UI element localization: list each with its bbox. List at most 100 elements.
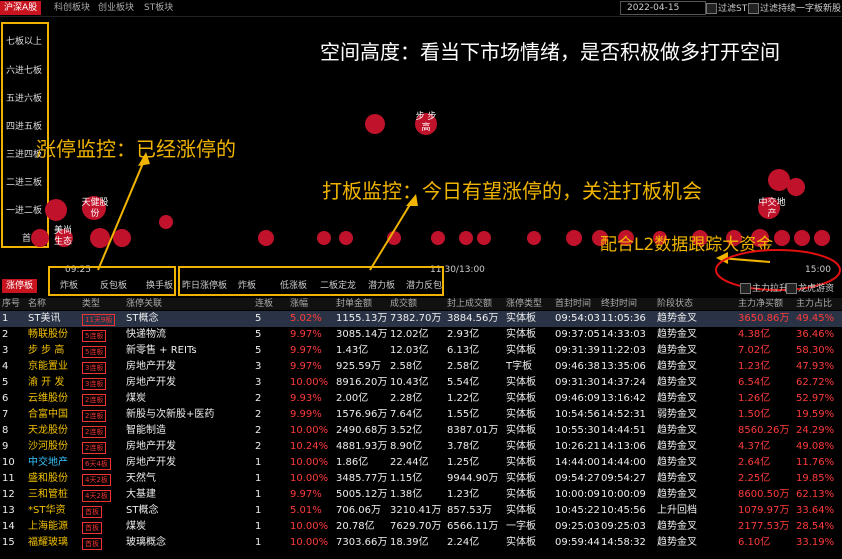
cell-rel: 房地产开发 xyxy=(126,441,176,452)
column-header[interactable]: 终封时间 xyxy=(601,298,637,310)
tab-turnover[interactable]: 换手板 xyxy=(146,279,173,293)
tab-potential-rebound[interactable]: 潜力反包 xyxy=(406,279,442,293)
cell-cje: 3.52亿 xyxy=(390,425,423,436)
cell-tag: 2连板 xyxy=(82,426,107,438)
cell-pct: 9.99% xyxy=(290,409,322,420)
cell-rel: 新零售 + REITs xyxy=(126,345,197,356)
legend-youzi-checkbox[interactable] xyxy=(786,283,797,294)
cell-stage: 弱势金叉 xyxy=(657,409,697,420)
cell-stage: 趋势金叉 xyxy=(657,489,697,500)
column-header[interactable]: 类型 xyxy=(82,298,100,310)
cell-stage: 趋势金叉 xyxy=(657,537,697,548)
cell-pct: 5.02% xyxy=(290,313,322,324)
table-row[interactable]: 1 ST美讯 11天9板 ST概念 5 5.02% 1155.13万 7382.70万 3884… xyxy=(0,311,842,327)
cell-net: 3650.86万 xyxy=(738,313,790,324)
column-header[interactable]: 主力净买额 xyxy=(738,298,783,310)
column-header[interactable]: 序号 xyxy=(2,298,20,310)
table-row[interactable]: 7 合富中国 2连板 新股与次新股+医药 2 9.99% 1576.96万 7.64亿 1.55… xyxy=(0,407,842,423)
column-header[interactable]: 封上成交额 xyxy=(447,298,492,310)
table-row[interactable]: 9 沙河股份 2连板 房地产开发 2 10.24% 4881.93万 8.90亿 3.78亿 实体… xyxy=(0,439,842,455)
cell-tag: 首板 xyxy=(82,506,102,518)
tab-rebound[interactable]: 反包板 xyxy=(100,279,127,293)
column-header[interactable]: 主力占比 xyxy=(796,298,832,310)
cell-type: T字板 xyxy=(506,361,533,372)
cell-cje: 12.02亿 xyxy=(390,329,429,340)
table-row[interactable]: 2 畅联股份 5连板 快递物流 5 9.97% 3085.14万 12.02亿 2.93亿 实体板… xyxy=(0,327,842,343)
annotation-arrows xyxy=(97,152,841,291)
table-header: 序号 名称 类型 涨停关联 连板 涨幅 封单金额 成交额 封上成交额 涨停类型 首封时间 终封时间 阶段… xyxy=(0,298,842,310)
cell-fd: 706.06万 xyxy=(336,505,381,516)
cell-type: 实体板 xyxy=(506,505,536,516)
table-row[interactable]: 5 渝 开 发 3连板 房地产开发 3 10.00% 8916.20万 10.43亿 5.54亿… xyxy=(0,375,842,391)
cell-ratio: 62.72% xyxy=(796,377,835,388)
cell-t2: 14:44:51 xyxy=(601,425,646,436)
cell-tag: 2连板 xyxy=(82,410,107,422)
cell-t2: 09:25:03 xyxy=(601,521,646,532)
cell-type: 实体板 xyxy=(506,377,536,388)
cell-fd: 7303.66万 xyxy=(336,537,388,548)
cell-ratio: 36.46% xyxy=(796,329,835,340)
table-row[interactable]: 8 天龙股份 2连板 智能制造 2 10.00% 2490.68万 3.52亿 8387.01万… xyxy=(0,423,842,439)
column-header[interactable]: 名称 xyxy=(28,298,46,310)
column-header[interactable]: 涨停类型 xyxy=(506,298,542,310)
tab-low[interactable]: 低涨板 xyxy=(280,279,307,293)
table-row[interactable]: 12 三和管桩 4天2板 大基建 1 9.97% 5005.12万 1.38亿 1.23亿 实体板… xyxy=(0,487,842,503)
cell-tag: 6天4板 xyxy=(82,458,111,470)
column-header[interactable]: 涨停关联 xyxy=(126,298,162,310)
cell-cje: 2.28亿 xyxy=(390,393,423,404)
cell-t2: 14:58:32 xyxy=(601,537,646,548)
cell-type: 实体板 xyxy=(506,329,536,340)
table-row[interactable]: 13 *ST华资 首板 ST概念 1 5.01% 706.06万 3210.41万 857.53… xyxy=(0,503,842,519)
column-header[interactable]: 成交额 xyxy=(390,298,417,310)
tab-potential[interactable]: 潜力板 xyxy=(368,279,395,293)
cell-stage: 趋势金叉 xyxy=(657,393,697,404)
column-header[interactable]: 封单金额 xyxy=(336,298,372,310)
table-row[interactable]: 4 京能置业 3连板 房地产开发 3 9.97% 925.59万 2.58亿 2.58亿 T字板 0… xyxy=(0,359,842,375)
cell-fd: 3085.14万 xyxy=(336,329,388,340)
cell-stage: 上升回档 xyxy=(657,505,697,516)
cell-pct: 9.97% xyxy=(290,345,322,356)
cell-rel: 智能制造 xyxy=(126,425,166,436)
table-row[interactable]: 6 云维股份 2连板 煤炭 2 9.93% 2.00亿 2.28亿 1.22亿 实体板 09:46:… xyxy=(0,391,842,407)
cell-t1: 10:55:30 xyxy=(555,425,600,436)
cell-fs: 5.54亿 xyxy=(447,377,480,388)
column-header[interactable]: 首封时间 xyxy=(555,298,591,310)
cell-pct: 10.00% xyxy=(290,457,329,468)
cell-t1: 14:44:00 xyxy=(555,457,600,468)
cell-t2: 13:35:06 xyxy=(601,361,646,372)
cell-fs: 1.55亿 xyxy=(447,409,480,420)
legend-main-checkbox[interactable] xyxy=(740,283,751,294)
cell-cje: 7382.70万 xyxy=(390,313,442,324)
cell-pct: 5.01% xyxy=(290,505,322,516)
cell-t2: 13:16:42 xyxy=(601,393,646,404)
column-header[interactable]: 连板 xyxy=(255,298,273,310)
cell-name: 畅联股份 xyxy=(28,329,68,340)
arrow-line xyxy=(369,197,415,271)
column-header[interactable]: 涨幅 xyxy=(290,298,308,310)
cell-t1: 09:31:39 xyxy=(555,345,600,356)
cell-net: 1.26亿 xyxy=(738,393,771,404)
cell-ratio: 24.29% xyxy=(796,425,835,436)
tab-yesterday[interactable]: 昨日涨停板 xyxy=(182,279,227,293)
column-header[interactable]: 阶段状态 xyxy=(657,298,693,310)
cell-n: 1 xyxy=(2,313,9,324)
cell-cje: 1.15亿 xyxy=(390,473,423,484)
cell-stage: 趋势金叉 xyxy=(657,377,697,388)
cell-cje: 7.64亿 xyxy=(390,409,423,420)
cell-stage: 趋势金叉 xyxy=(657,457,697,468)
cell-lb: 2 xyxy=(255,393,262,404)
table-row[interactable]: 14 上海能源 首板 煤炭 1 10.00% 20.78亿 7629.70万 6566.11万一… xyxy=(0,519,842,535)
tab-broken2[interactable]: 炸板 xyxy=(238,279,256,293)
table-row[interactable]: 15 福耀玻璃 首板 玻璃概念 1 10.00% 7303.66万 18.39亿 2.24亿 实体… xyxy=(0,535,842,551)
cell-name: 福耀玻璃 xyxy=(28,537,68,548)
table-row[interactable]: 3 步 步 高 5连板 新零售 + REITs 5 9.97% 1.43亿 12.03亿 6.1… xyxy=(0,343,842,359)
tab-second-board[interactable]: 二板定龙 xyxy=(320,279,356,293)
cell-fs: 6.13亿 xyxy=(447,345,480,356)
cell-lb: 1 xyxy=(255,505,262,516)
table-row[interactable]: 11 盛和股份 4天2板 天然气 1 10.00% 3485.77万 1.15亿 9944.90… xyxy=(0,471,842,487)
table-row[interactable]: 10 中交地产 6天4板 房地产开发 1 10.00% 1.86亿 22.44亿 1.25亿 实体… xyxy=(0,455,842,471)
cell-rel: 天然气 xyxy=(126,473,156,484)
tab-limit-up[interactable]: 涨停板 xyxy=(2,279,38,293)
tab-broken[interactable]: 炸板 xyxy=(60,279,78,293)
cell-n: 2 xyxy=(2,329,9,340)
